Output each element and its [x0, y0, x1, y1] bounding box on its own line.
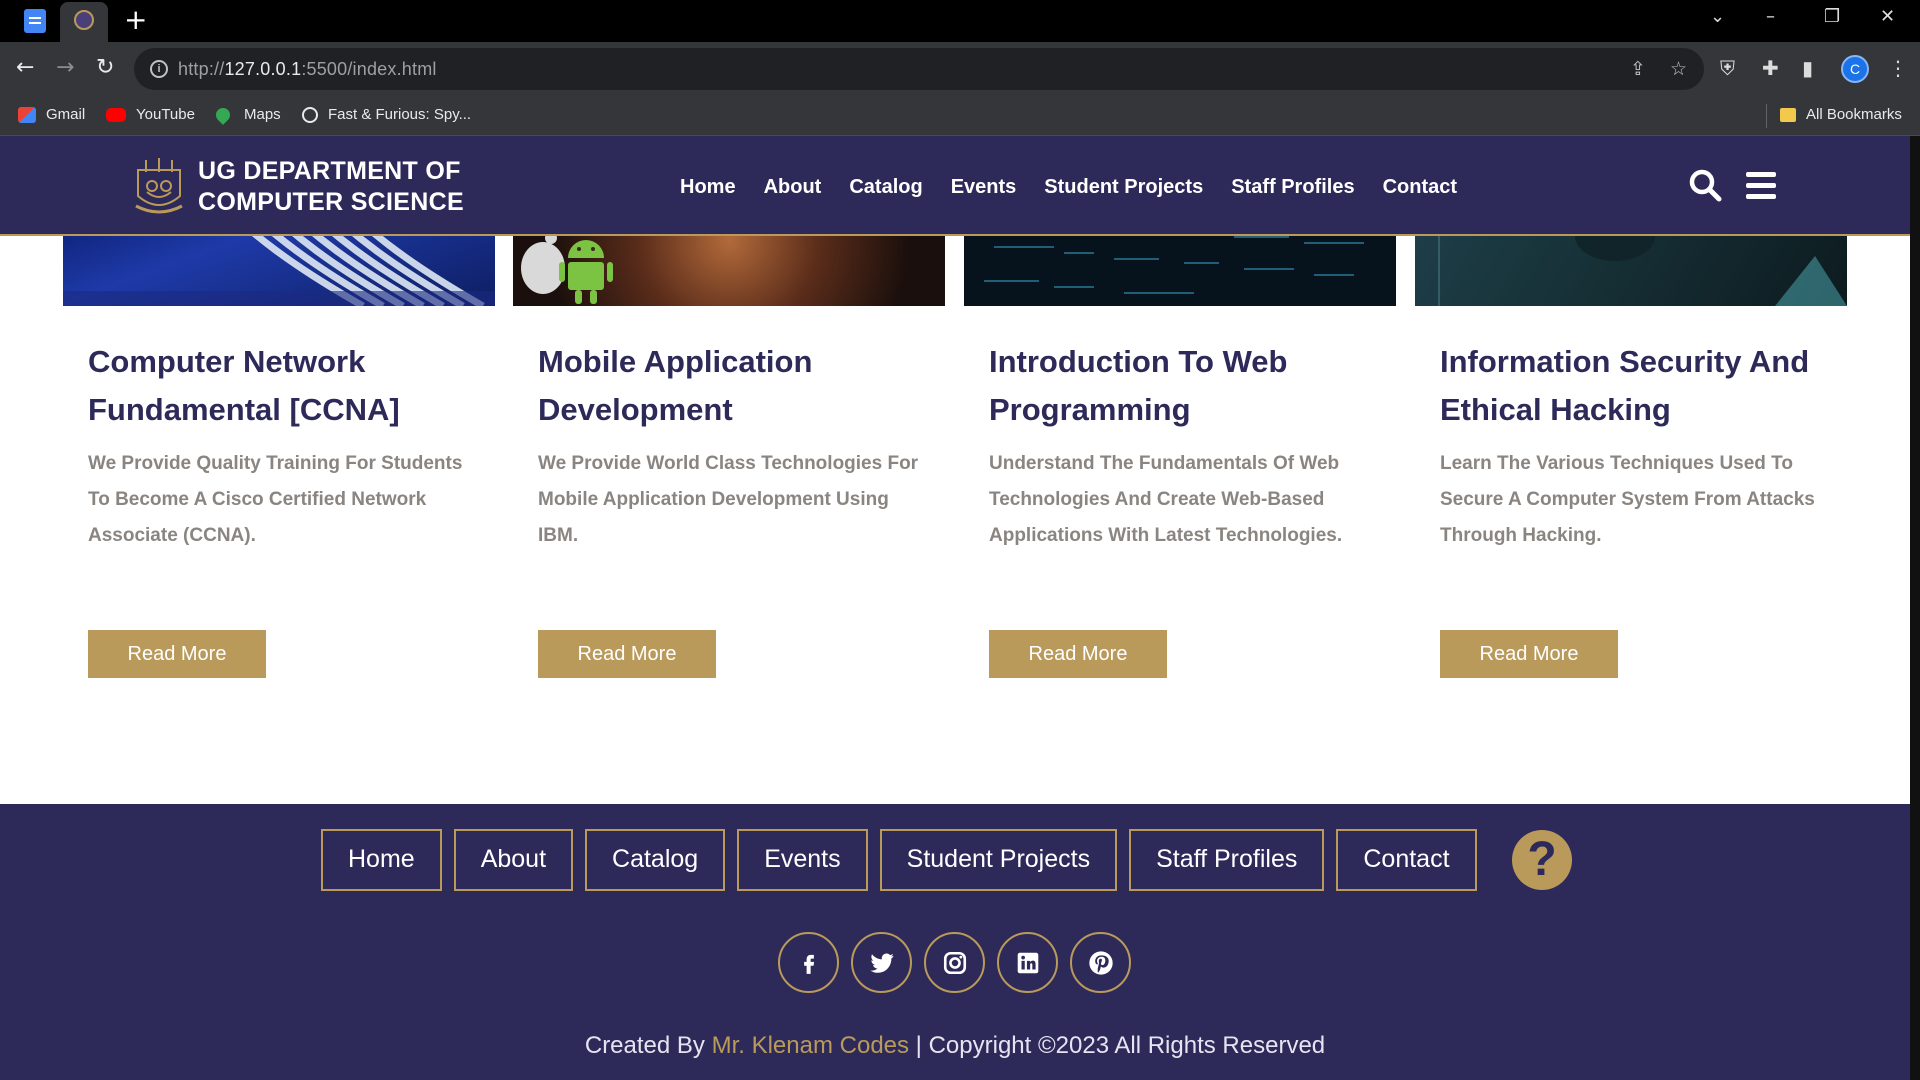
site-logo-text[interactable]: UG DEPARTMENT OF COMPUTER SCIENCE	[198, 156, 464, 218]
bookmark-youtube[interactable]: YouTube	[106, 106, 195, 123]
instagram-icon[interactable]	[924, 932, 985, 993]
page-viewport: Computer Network Fundamental [CCNA] We P…	[0, 136, 1910, 1080]
tab-strip: + ⌄ – ❐ ✕	[0, 0, 1920, 42]
course-description: We Provide Quality Training For Students…	[88, 453, 463, 546]
help-question-icon[interactable]: ?	[1512, 830, 1572, 890]
course-description: We Provide World Class Technologies For …	[538, 453, 919, 546]
docs-tab-icon[interactable]	[24, 9, 46, 33]
reload-button[interactable]: ↻	[96, 56, 114, 80]
all-bookmarks-button[interactable]: All Bookmarks	[1780, 106, 1902, 123]
forward-button[interactable]: →	[56, 56, 74, 80]
pinterest-icon[interactable]	[1070, 932, 1131, 993]
side-panel-icon[interactable]: ▮	[1802, 56, 1813, 80]
top-navigation: Home About Catalog Events Student Projec…	[680, 176, 1457, 199]
active-tab[interactable]	[60, 2, 108, 42]
read-more-button[interactable]: Read More	[88, 630, 266, 678]
course-description: Learn The Various Techniques Used To Sec…	[1440, 453, 1815, 546]
footer-navigation: Home About Catalog Events Student Projec…	[321, 829, 1477, 891]
course-title: Information Security And Ethical Hacking	[1440, 344, 1810, 427]
new-tab-button[interactable]: +	[124, 6, 147, 34]
share-icon[interactable]: ⇪	[1630, 58, 1646, 80]
course-title: Computer Network Fundamental [CCNA]	[88, 344, 400, 427]
bookmark-maps[interactable]: Maps	[213, 104, 281, 125]
bookmarks-bar: Gmail YouTube Maps Fast & Furious: Spy..…	[0, 96, 1920, 136]
nav-student-projects[interactable]: Student Projects	[1044, 176, 1203, 199]
nav-home[interactable]: Home	[680, 176, 736, 199]
search-icon[interactable]	[1688, 168, 1722, 202]
maps-icon	[213, 104, 233, 125]
tab-search-chevron-icon[interactable]: ⌄	[1710, 6, 1725, 27]
course-card: Introduction To Web Programming Understa…	[964, 196, 1396, 696]
address-bar[interactable]: i http://127.0.0.1:5500/index.html ⇪ ☆	[134, 48, 1704, 90]
nav-staff-profiles[interactable]: Staff Profiles	[1231, 176, 1354, 199]
ug-favicon-icon	[74, 10, 94, 30]
facebook-icon[interactable]	[778, 932, 839, 993]
back-button[interactable]: ←	[16, 56, 34, 80]
course-card: Mobile Application Development We Provid…	[513, 196, 945, 696]
profile-avatar[interactable]: C	[1841, 55, 1869, 83]
browser-menu-icon[interactable]: ⋮	[1888, 56, 1908, 80]
site-info-icon[interactable]: i	[150, 60, 168, 78]
course-card: Computer Network Fundamental [CCNA] We P…	[63, 196, 495, 696]
bookmark-gmail[interactable]: Gmail	[18, 106, 85, 123]
minimize-button[interactable]: –	[1766, 6, 1775, 27]
footer-nav-student-projects[interactable]: Student Projects	[879, 829, 1118, 891]
globe-icon	[302, 106, 318, 123]
footer-nav-home[interactable]: Home	[321, 829, 442, 891]
linkedin-icon[interactable]	[997, 932, 1058, 993]
bookmark-fast-furious[interactable]: Fast & Furious: Spy...	[302, 106, 471, 123]
nav-catalog[interactable]: Catalog	[849, 176, 922, 199]
read-more-button[interactable]: Read More	[1440, 630, 1618, 678]
browser-toolbar: ← → ↻ i http://127.0.0.1:5500/index.html…	[0, 42, 1920, 96]
gmail-icon	[18, 106, 36, 123]
social-links	[778, 932, 1131, 993]
course-title: Mobile Application Development	[538, 344, 813, 427]
course-description: Understand The Fundamentals Of Web Techn…	[989, 453, 1343, 546]
youtube-icon	[106, 107, 126, 122]
footer-nav-events[interactable]: Events	[737, 829, 868, 891]
site-header: UG DEPARTMENT OF COMPUTER SCIENCE Home A…	[0, 136, 1910, 236]
bookmarks-separator	[1766, 104, 1767, 128]
shield-extension-icon[interactable]: ⛨	[1720, 56, 1735, 80]
ug-crest-logo-icon[interactable]	[132, 156, 186, 218]
page-scrollbar[interactable]	[1910, 136, 1920, 1080]
copyright-credit: Created By Mr. Klenam Codes | Copyright …	[584, 1032, 1326, 1059]
footer-nav-contact[interactable]: Contact	[1336, 829, 1477, 891]
course-card: Information Security And Ethical Hacking…	[1415, 196, 1847, 696]
restore-button[interactable]: ❐	[1824, 6, 1840, 27]
nav-about[interactable]: About	[764, 176, 822, 199]
bookmark-star-icon[interactable]: ☆	[1670, 58, 1687, 80]
hamburger-menu-icon[interactable]	[1746, 172, 1776, 199]
folder-icon	[1780, 107, 1796, 122]
footer-nav-about[interactable]: About	[453, 829, 574, 891]
footer-nav-catalog[interactable]: Catalog	[585, 829, 726, 891]
url-text[interactable]: http://127.0.0.1:5500/index.html	[178, 59, 437, 80]
site-footer: Home About Catalog Events Student Projec…	[0, 804, 1910, 1080]
twitter-icon[interactable]	[851, 932, 912, 993]
extensions-puzzle-icon[interactable]: ✚	[1762, 56, 1779, 80]
browser-window: + ⌄ – ❐ ✕ ← → ↻ i http://127.0.0.1:5500/…	[0, 0, 1920, 1080]
close-window-button[interactable]: ✕	[1880, 6, 1895, 27]
footer-nav-staff-profiles[interactable]: Staff Profiles	[1129, 829, 1325, 891]
author-link[interactable]: Mr. Klenam Codes	[712, 1032, 909, 1059]
course-title: Introduction To Web Programming	[989, 344, 1288, 427]
nav-events[interactable]: Events	[951, 176, 1017, 199]
nav-contact[interactable]: Contact	[1383, 176, 1457, 199]
read-more-button[interactable]: Read More	[538, 630, 716, 678]
read-more-button[interactable]: Read More	[989, 630, 1167, 678]
